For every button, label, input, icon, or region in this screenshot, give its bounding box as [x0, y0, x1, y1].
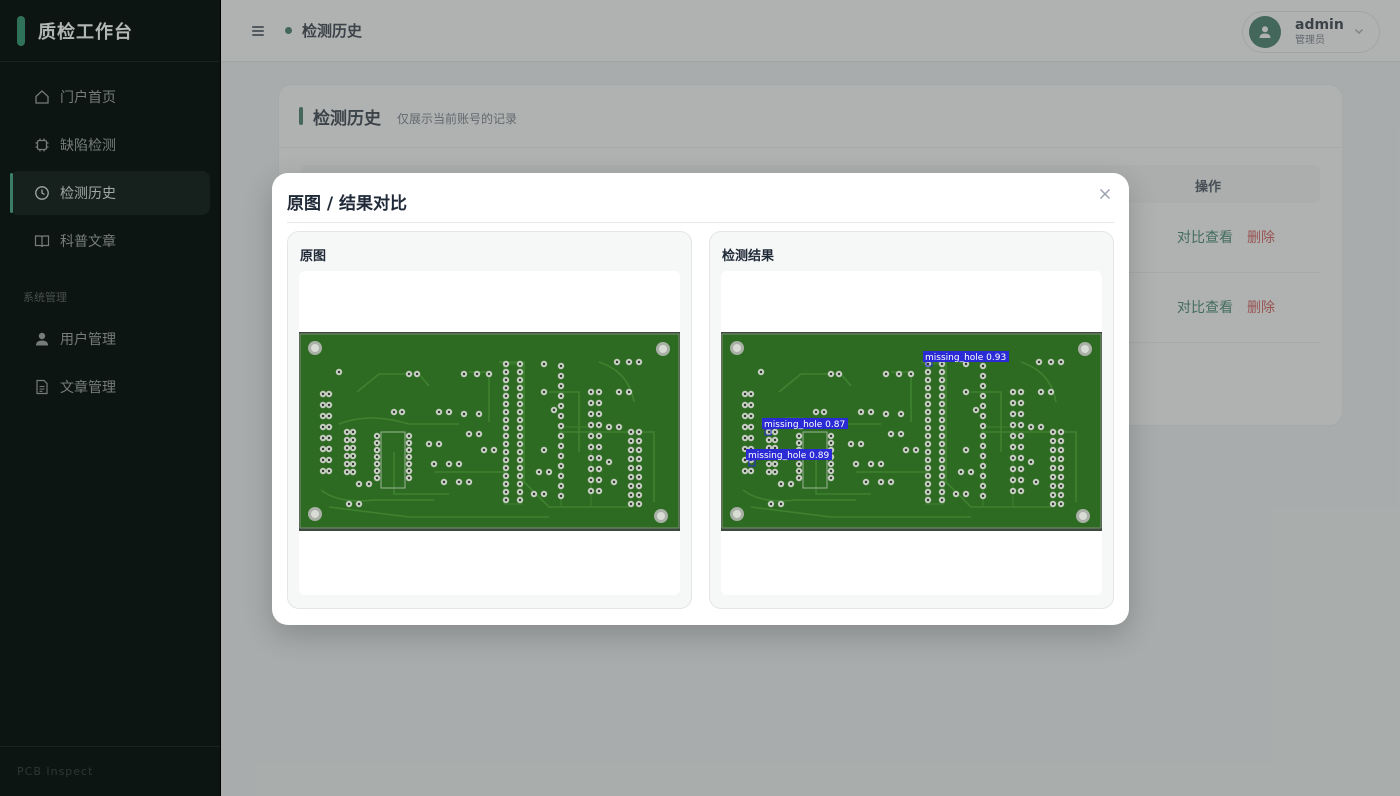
- close-icon[interactable]: [1097, 186, 1113, 202]
- detection-label: missing_hole 0.89: [748, 451, 829, 461]
- result-panel: 检测结果 missing_hole 0.93 missing_hole 0.87 m…: [709, 231, 1114, 609]
- result-pcb-image: missing_hole 0.93 missing_hole 0.87 missin…: [721, 332, 1102, 531]
- original-label: 原图: [300, 249, 327, 264]
- original-panel: 原图: [287, 231, 692, 609]
- modal-divider: [287, 222, 1114, 223]
- detection-label: missing_hole 0.87: [764, 420, 845, 430]
- detection-label: missing_hole 0.93: [925, 353, 1006, 363]
- original-pcb-image: [299, 332, 680, 531]
- compare-modal: 原图 / 结果对比 原图 检测结果 missing_hole 0.93 missi…: [272, 173, 1129, 625]
- modal-title: 原图 / 结果对比: [287, 194, 408, 214]
- result-image-frame: missing_hole 0.93 missing_hole 0.87 missin…: [721, 271, 1102, 595]
- original-image-frame: [299, 271, 680, 595]
- result-label: 检测结果: [722, 249, 775, 264]
- sidebar-overlay: [0, 0, 221, 796]
